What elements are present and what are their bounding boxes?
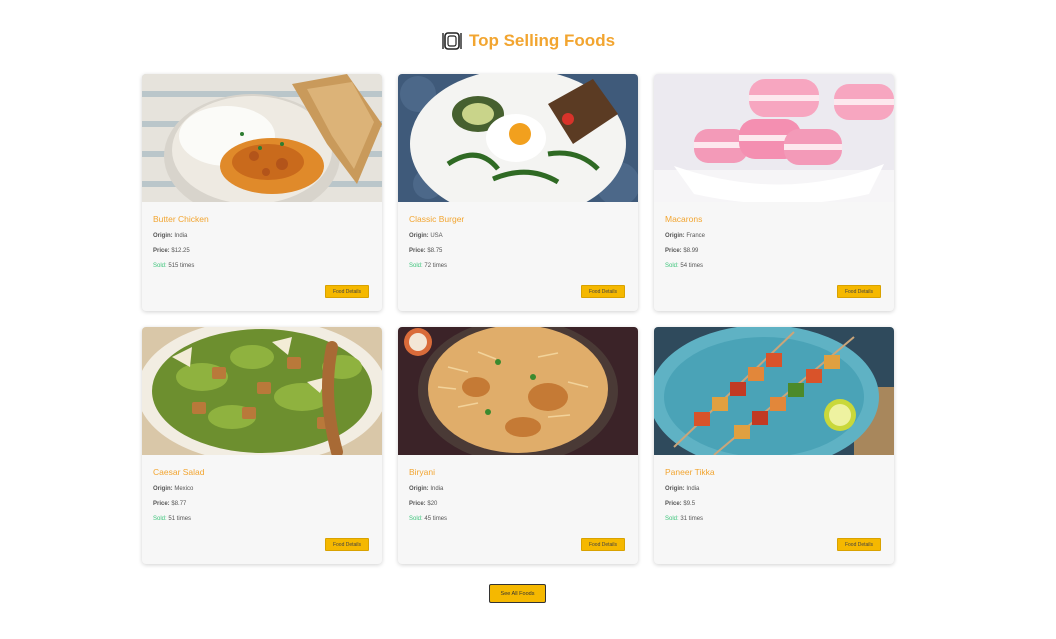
food-origin: Origin: India (665, 486, 700, 492)
food-details-button[interactable]: Food Details (837, 285, 881, 298)
top-selling-foods-section: Top Selling Foods Butter Chicken Origin:… (0, 0, 1056, 639)
biryani-image (398, 327, 638, 455)
food-details-button[interactable]: Food Details (325, 538, 369, 551)
food-name: Paneer Tikka (665, 467, 715, 477)
macarons-image (654, 74, 894, 202)
food-card: Paneer Tikka Origin: India Price: $9.5 S… (654, 327, 894, 564)
food-sold: Sold: 72 times (409, 263, 448, 269)
classic-burger-image (398, 74, 638, 202)
food-origin: Origin: France (665, 233, 706, 239)
food-sold: Sold: 45 times (409, 516, 448, 522)
caesar-salad-image (142, 327, 382, 455)
food-name: Classic Burger (409, 214, 465, 224)
food-name: Caesar Salad (153, 467, 205, 477)
food-details-button[interactable]: Food Details (581, 538, 625, 551)
food-price: Price: $8.77 (153, 501, 187, 507)
food-origin: Origin: India (409, 486, 444, 492)
food-name: Macarons (665, 214, 703, 224)
food-price: Price: $8.75 (409, 248, 443, 254)
butter-chicken-image (142, 74, 382, 202)
food-price: Price: $9.5 (665, 501, 696, 507)
food-sold: Sold: 31 times (665, 516, 704, 522)
food-card: Butter Chicken Origin: India Price: $12.… (142, 74, 382, 311)
food-card: Biryani Origin: India Price: $20 Sold: 4… (398, 327, 638, 564)
see-all-foods-button[interactable]: See All Foods (489, 584, 546, 603)
plate-cutlery-icon (441, 30, 463, 52)
food-sold: Sold: 54 times (665, 263, 704, 269)
foods-grid: Butter Chicken Origin: India Price: $12.… (142, 74, 894, 564)
food-origin: Origin: Mexico (153, 486, 194, 492)
food-price: Price: $8.99 (665, 248, 699, 254)
food-sold: Sold: 51 times (153, 516, 192, 522)
food-sold: Sold: 515 times (153, 263, 195, 269)
food-price: Price: $20 (409, 501, 438, 507)
food-details-button[interactable]: Food Details (325, 285, 369, 298)
paneer-tikka-image (654, 327, 894, 455)
food-price: Price: $12.25 (153, 248, 190, 254)
food-origin: Origin: USA (409, 233, 443, 239)
section-heading: Top Selling Foods (0, 30, 1056, 52)
food-details-button[interactable]: Food Details (581, 285, 625, 298)
section-title: Top Selling Foods (468, 31, 616, 50)
food-card: Macarons Origin: France Price: $8.99 Sol… (654, 74, 894, 311)
food-card: Caesar Salad Origin: Mexico Price: $8.77… (142, 327, 382, 564)
food-origin: Origin: India (153, 233, 188, 239)
food-details-button[interactable]: Food Details (837, 538, 881, 551)
food-name: Butter Chicken (153, 214, 209, 224)
food-name: Biryani (409, 467, 435, 477)
food-card: Classic Burger Origin: USA Price: $8.75 … (398, 74, 638, 311)
